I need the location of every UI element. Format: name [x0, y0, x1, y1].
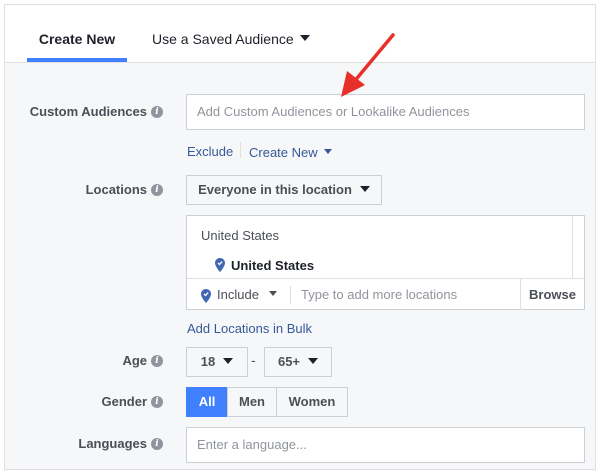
tab-bar: Create New Use a Saved Audience: [5, 5, 595, 63]
add-locations-bulk-label: Add Locations in Bulk: [187, 321, 313, 336]
tab-create-new[interactable]: Create New: [27, 5, 127, 63]
browse-divider: [520, 279, 521, 310]
exclude-link-label: Exclude: [187, 144, 234, 159]
caret-down-icon: [323, 149, 332, 155]
include-dropdown[interactable]: Include: [217, 287, 277, 302]
active-tab-indicator: [27, 58, 127, 62]
create-new-dropdown[interactable]: Create New: [249, 145, 332, 160]
info-icon[interactable]: i: [151, 395, 163, 408]
caret-down-icon: [299, 35, 310, 42]
location-mode-dropdown[interactable]: Everyone in this location: [186, 175, 382, 205]
location-input-row: Include Type to add more locations Brows…: [187, 278, 584, 310]
languages-label: Languages i: [78, 436, 163, 451]
caret-down-icon: [359, 185, 370, 192]
location-mode-label: Everyone in this location: [198, 182, 352, 197]
location-pin-icon: [215, 258, 225, 272]
caret-down-icon: [268, 291, 277, 297]
audience-panel: Create New Use a Saved Audience Custom A…: [4, 4, 596, 470]
custom-audiences-label-text: Custom Audiences: [29, 104, 147, 119]
location-pin-icon: [201, 289, 211, 303]
caret-down-icon: [223, 357, 234, 364]
audience-form: Custom Audiences i Add Custom Audiences o…: [5, 63, 595, 469]
tab-use-saved-audience[interactable]: Use a Saved Audience: [152, 5, 310, 63]
gender-label: Gender i: [101, 394, 163, 409]
exclude-link[interactable]: Exclude: [187, 144, 233, 159]
caret-down-icon: [308, 357, 319, 364]
selected-location: United States: [231, 258, 315, 273]
gender-women-button[interactable]: Women: [276, 387, 348, 417]
age-label-text: Age: [122, 353, 147, 368]
info-icon[interactable]: i: [151, 183, 163, 196]
info-icon[interactable]: i: [151, 105, 163, 118]
gender-label-text: Gender: [101, 394, 147, 409]
create-new-link-label: Create New: [249, 145, 318, 160]
gender-all-button[interactable]: All: [186, 387, 228, 417]
age-range-separator: -: [251, 352, 256, 368]
link-divider: [240, 142, 241, 158]
location-search-placeholder: Type to add more locations: [301, 287, 458, 302]
custom-audiences-placeholder: Add Custom Audiences or Lookalike Audien…: [197, 104, 470, 119]
include-divider: [290, 286, 291, 304]
locations-box: United States United States Include Type…: [186, 215, 585, 310]
info-icon[interactable]: i: [151, 437, 163, 450]
locations-scrollbar[interactable]: [572, 216, 584, 278]
age-max-dropdown[interactable]: 65+: [264, 347, 332, 377]
age-min-dropdown[interactable]: 18: [186, 347, 248, 377]
location-group-heading: United States: [201, 228, 280, 243]
tab-saved-audience-label: Use a Saved Audience: [152, 31, 294, 47]
add-locations-in-bulk-link[interactable]: Add Locations in Bulk: [187, 321, 312, 336]
gender-men-button[interactable]: Men: [227, 387, 277, 417]
locations-label-text: Locations: [85, 182, 147, 197]
locations-label: Locations i: [86, 182, 163, 197]
location-search-input[interactable]: Type to add more locations: [301, 287, 457, 302]
custom-audiences-label: Custom Audiences i: [30, 104, 163, 119]
tab-create-new-label: Create New: [38, 31, 116, 47]
browse-button[interactable]: Browse: [529, 287, 576, 302]
include-label: Include: [217, 287, 259, 302]
language-placeholder: Enter a language...: [197, 437, 307, 452]
age-max-value: 65+: [277, 354, 301, 369]
language-input[interactable]: Enter a language...: [186, 427, 585, 463]
age-min-value: 18: [200, 354, 216, 369]
info-icon[interactable]: i: [151, 354, 163, 367]
languages-label-text: Languages: [78, 436, 147, 451]
age-label: Age i: [122, 353, 163, 368]
annotation-arrow-icon: [341, 33, 395, 97]
